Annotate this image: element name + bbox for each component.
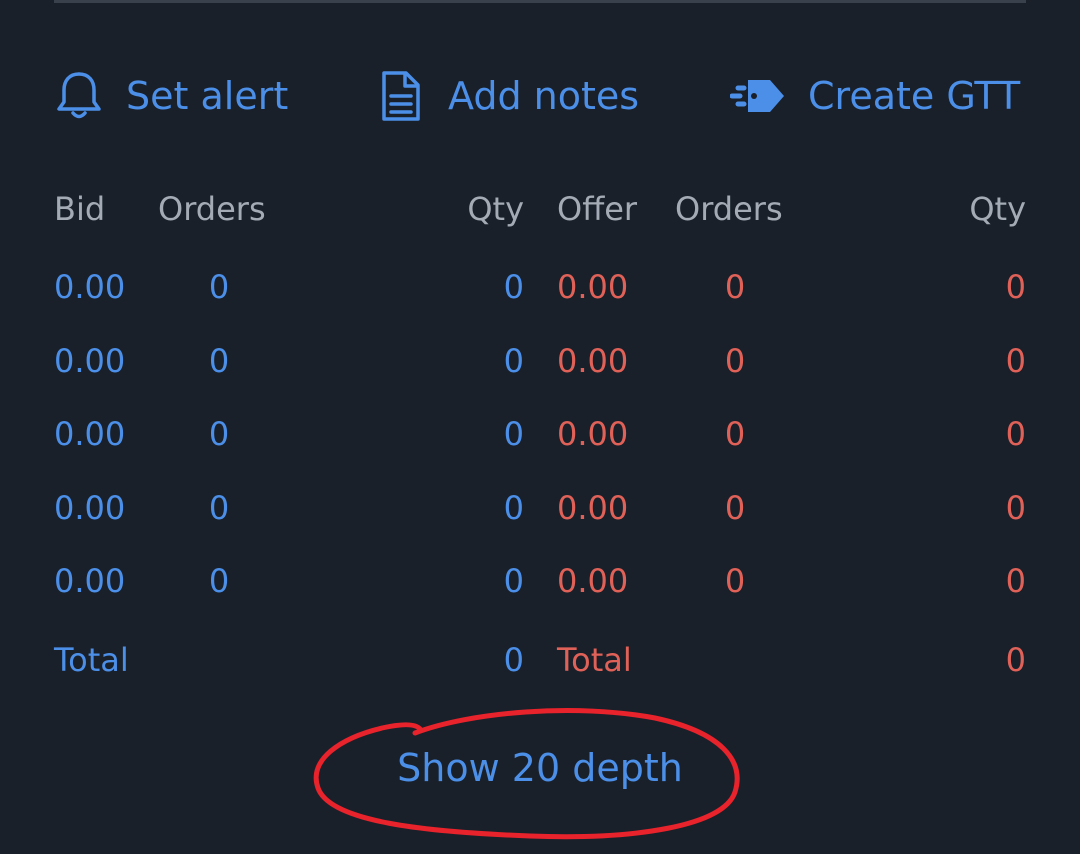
set-alert-button[interactable]: Set alert bbox=[54, 66, 288, 126]
bell-icon bbox=[54, 69, 104, 123]
bid-price: 0.00 bbox=[54, 268, 126, 306]
top-divider bbox=[54, 0, 1026, 3]
offer-qty: 0 bbox=[1005, 342, 1026, 380]
offer-price: 0.00 bbox=[557, 268, 629, 306]
show-depth-button[interactable]: Show 20 depth bbox=[340, 740, 740, 796]
offer-orders: 0 bbox=[724, 562, 746, 600]
bid-price: 0.00 bbox=[54, 342, 126, 380]
header-bid: Bid bbox=[54, 190, 106, 228]
offer-orders: 0 bbox=[724, 342, 746, 380]
offer-price: 0.00 bbox=[557, 489, 629, 527]
bid-price: 0.00 bbox=[54, 562, 126, 600]
offer-orders: 0 bbox=[724, 415, 746, 453]
offer-orders: 0 bbox=[724, 268, 746, 306]
create-gtt-label: Create GTT bbox=[808, 74, 1021, 118]
offer-qty: 0 bbox=[1005, 415, 1026, 453]
bid-total-label: Total bbox=[54, 641, 129, 679]
depth-row: 0.00 0 0 0.00 0 0 bbox=[0, 336, 1080, 386]
bid-qty: 0 bbox=[503, 489, 524, 527]
depth-row: 0.00 0 0 0.00 0 0 bbox=[0, 556, 1080, 606]
offer-orders: 0 bbox=[724, 489, 746, 527]
header-bid-orders: Orders bbox=[158, 190, 266, 228]
offer-price: 0.00 bbox=[557, 562, 629, 600]
bid-qty: 0 bbox=[503, 342, 524, 380]
bid-orders: 0 bbox=[208, 489, 230, 527]
bid-orders: 0 bbox=[208, 415, 230, 453]
totals-row: Total 0 Total 0 bbox=[0, 635, 1080, 685]
offer-qty: 0 bbox=[1005, 562, 1026, 600]
bid-orders: 0 bbox=[208, 268, 230, 306]
bid-price: 0.00 bbox=[54, 415, 126, 453]
offer-qty: 0 bbox=[1005, 268, 1026, 306]
add-notes-button[interactable]: Add notes bbox=[378, 66, 639, 126]
set-alert-label: Set alert bbox=[126, 74, 289, 118]
bid-total-qty: 0 bbox=[503, 641, 524, 679]
offer-price: 0.00 bbox=[557, 342, 629, 380]
add-notes-label: Add notes bbox=[448, 74, 640, 118]
document-icon bbox=[378, 69, 422, 123]
header-offer: Offer bbox=[557, 190, 638, 228]
header-bid-qty: Qty bbox=[467, 190, 524, 228]
offer-total-label: Total bbox=[557, 641, 632, 679]
action-bar: Set alert Add notes Create GTT bbox=[0, 66, 1080, 126]
header-offer-qty: Qty bbox=[969, 190, 1026, 228]
bid-qty: 0 bbox=[503, 268, 524, 306]
bid-qty: 0 bbox=[503, 415, 524, 453]
offer-total-qty: 0 bbox=[1005, 641, 1026, 679]
gtt-arrow-icon bbox=[730, 76, 786, 116]
header-offer-orders: Orders bbox=[675, 190, 783, 228]
depth-header-row: Bid Orders Qty Offer Orders Qty bbox=[0, 184, 1080, 234]
offer-qty: 0 bbox=[1005, 489, 1026, 527]
depth-row: 0.00 0 0 0.00 0 0 bbox=[0, 483, 1080, 533]
create-gtt-button[interactable]: Create GTT bbox=[730, 66, 1020, 126]
depth-row: 0.00 0 0 0.00 0 0 bbox=[0, 262, 1080, 312]
bid-orders: 0 bbox=[208, 342, 230, 380]
bid-price: 0.00 bbox=[54, 489, 126, 527]
bid-qty: 0 bbox=[503, 562, 524, 600]
offer-price: 0.00 bbox=[557, 415, 629, 453]
depth-row: 0.00 0 0 0.00 0 0 bbox=[0, 409, 1080, 459]
bid-orders: 0 bbox=[208, 562, 230, 600]
